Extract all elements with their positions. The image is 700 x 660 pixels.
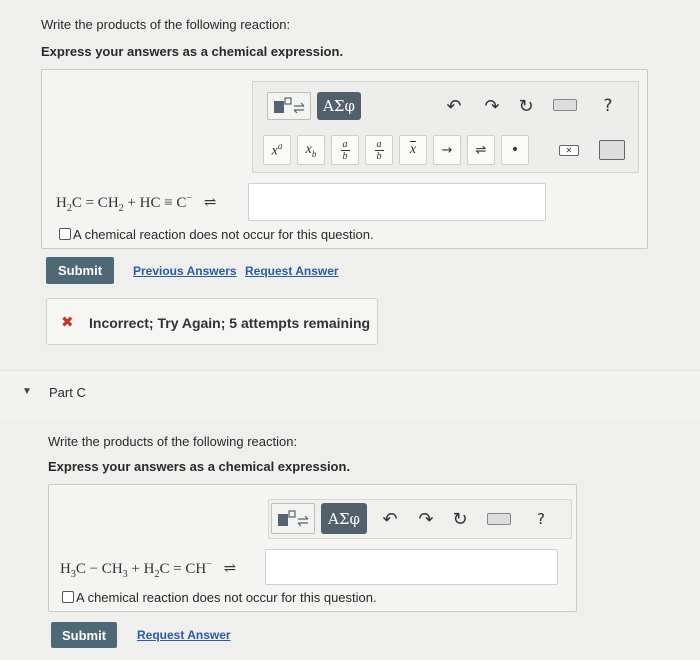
equilibrium-arrow-button[interactable]: ⇌ (467, 135, 495, 165)
reset-icon[interactable]: ↻ (515, 94, 537, 118)
question-instruction: Express your answers as a chemical expre… (48, 459, 351, 474)
equilibrium-arrow-icon: ⇌ (203, 195, 217, 211)
math-toolbar: ΑΣφ ↶ ↷ ↻ ? (268, 499, 572, 539)
help-button[interactable]: ? (531, 507, 551, 531)
superscript-button[interactable]: xa (263, 135, 291, 165)
eq-superscript: − (186, 193, 193, 204)
delete-icon[interactable]: ✕ (559, 145, 579, 156)
question-instruction: Express your answers as a chemical expre… (41, 44, 344, 59)
fraction-icon: ab (340, 138, 350, 162)
question-prompt: Write the products of the following reac… (41, 17, 291, 32)
request-answer-link[interactable]: Request Answer (245, 264, 339, 278)
subscript-button[interactable]: xb (297, 135, 325, 165)
collapse-icon[interactable]: ▼ (22, 386, 32, 397)
reaction-equation: H2C = CH2 + HC ≡ C− ⇌ (56, 193, 216, 214)
eq-term: H (60, 561, 71, 577)
keyboard-icon[interactable] (553, 99, 577, 111)
template-button[interactable] (267, 92, 311, 120)
dot-button[interactable]: • (501, 135, 529, 165)
equilibrium-arrow-icon: ⇌ (475, 142, 487, 158)
no-reaction-label: A chemical reaction does not occur for t… (73, 227, 374, 242)
submit-button[interactable]: Submit (51, 622, 117, 648)
keyboard-icon[interactable] (487, 513, 511, 525)
no-reaction-checkbox[interactable] (59, 228, 71, 240)
reaction-equation: H3C − CH3 + H2C = CH− ⇌ (60, 559, 236, 580)
math-toolbar: ΑΣφ ↶ ↷ ↻ ? xa xb ab ab x → ⇌ • ✕ (252, 81, 639, 173)
redo-icon[interactable]: ↷ (481, 94, 503, 118)
help-button[interactable]: ? (598, 94, 618, 118)
overline-button[interactable]: x (399, 135, 427, 165)
template-button[interactable] (271, 503, 315, 534)
greek-symbols-button[interactable]: ΑΣφ (317, 92, 361, 120)
answer-panel: ΑΣφ ↶ ↷ ↻ ? H3C − CH3 + H2C = CH− ⇌ A ch… (48, 484, 577, 612)
dot-icon: • (510, 142, 520, 158)
greek-symbols-button[interactable]: ΑΣφ (321, 503, 367, 534)
request-answer-link[interactable]: Request Answer (137, 628, 231, 642)
answer-panel: ΑΣφ ↶ ↷ ↻ ? xa xb ab ab x → ⇌ • ✕ H2C = … (41, 69, 648, 249)
subscript-icon: xb (305, 141, 317, 159)
undo-icon[interactable]: ↶ (379, 507, 401, 531)
reset-icon[interactable]: ↻ (449, 507, 471, 531)
no-reaction-checkbox[interactable] (62, 591, 74, 603)
feedback-banner: ✖ Incorrect; Try Again; 5 attempts remai… (46, 298, 378, 345)
feedback-text: Incorrect; Try Again; 5 attempts remaini… (89, 315, 371, 331)
part-c-header[interactable]: ▼ Part C (0, 370, 700, 418)
right-arrow-icon: → (441, 142, 453, 158)
keyboard-toggle-icon[interactable] (599, 140, 625, 160)
eq-superscript: − (206, 559, 212, 570)
eq-term: C − CH (75, 561, 123, 577)
template-icon (278, 509, 309, 526)
mixed-fraction-icon: ab (374, 138, 384, 162)
eq-term: + H (127, 561, 155, 577)
reaction-arrow-button[interactable]: → (433, 135, 461, 165)
error-icon: ✖ (61, 313, 74, 331)
submit-button[interactable]: Submit (46, 257, 114, 284)
eq-term: H (56, 195, 67, 211)
question-prompt: Write the products of the following reac… (48, 434, 298, 449)
no-reaction-label: A chemical reaction does not occur for t… (76, 590, 377, 605)
fraction-button[interactable]: ab (331, 135, 359, 165)
part-title: Part C (49, 385, 86, 400)
eq-term: C = CH (159, 561, 207, 577)
answer-input[interactable] (265, 549, 558, 585)
eq-term: + HC ≡ C (123, 195, 187, 211)
eq-term: C = CH (71, 195, 119, 211)
template-icon (274, 97, 305, 114)
previous-answers-link[interactable]: Previous Answers (133, 264, 237, 278)
redo-icon[interactable]: ↷ (415, 507, 437, 531)
equilibrium-arrow-icon: ⇌ (223, 561, 237, 577)
overline-icon: x (409, 142, 417, 157)
answer-input[interactable] (248, 183, 546, 221)
superscript-icon: xa (271, 140, 283, 159)
mixed-fraction-button[interactable]: ab (365, 135, 393, 165)
undo-icon[interactable]: ↶ (443, 94, 465, 118)
